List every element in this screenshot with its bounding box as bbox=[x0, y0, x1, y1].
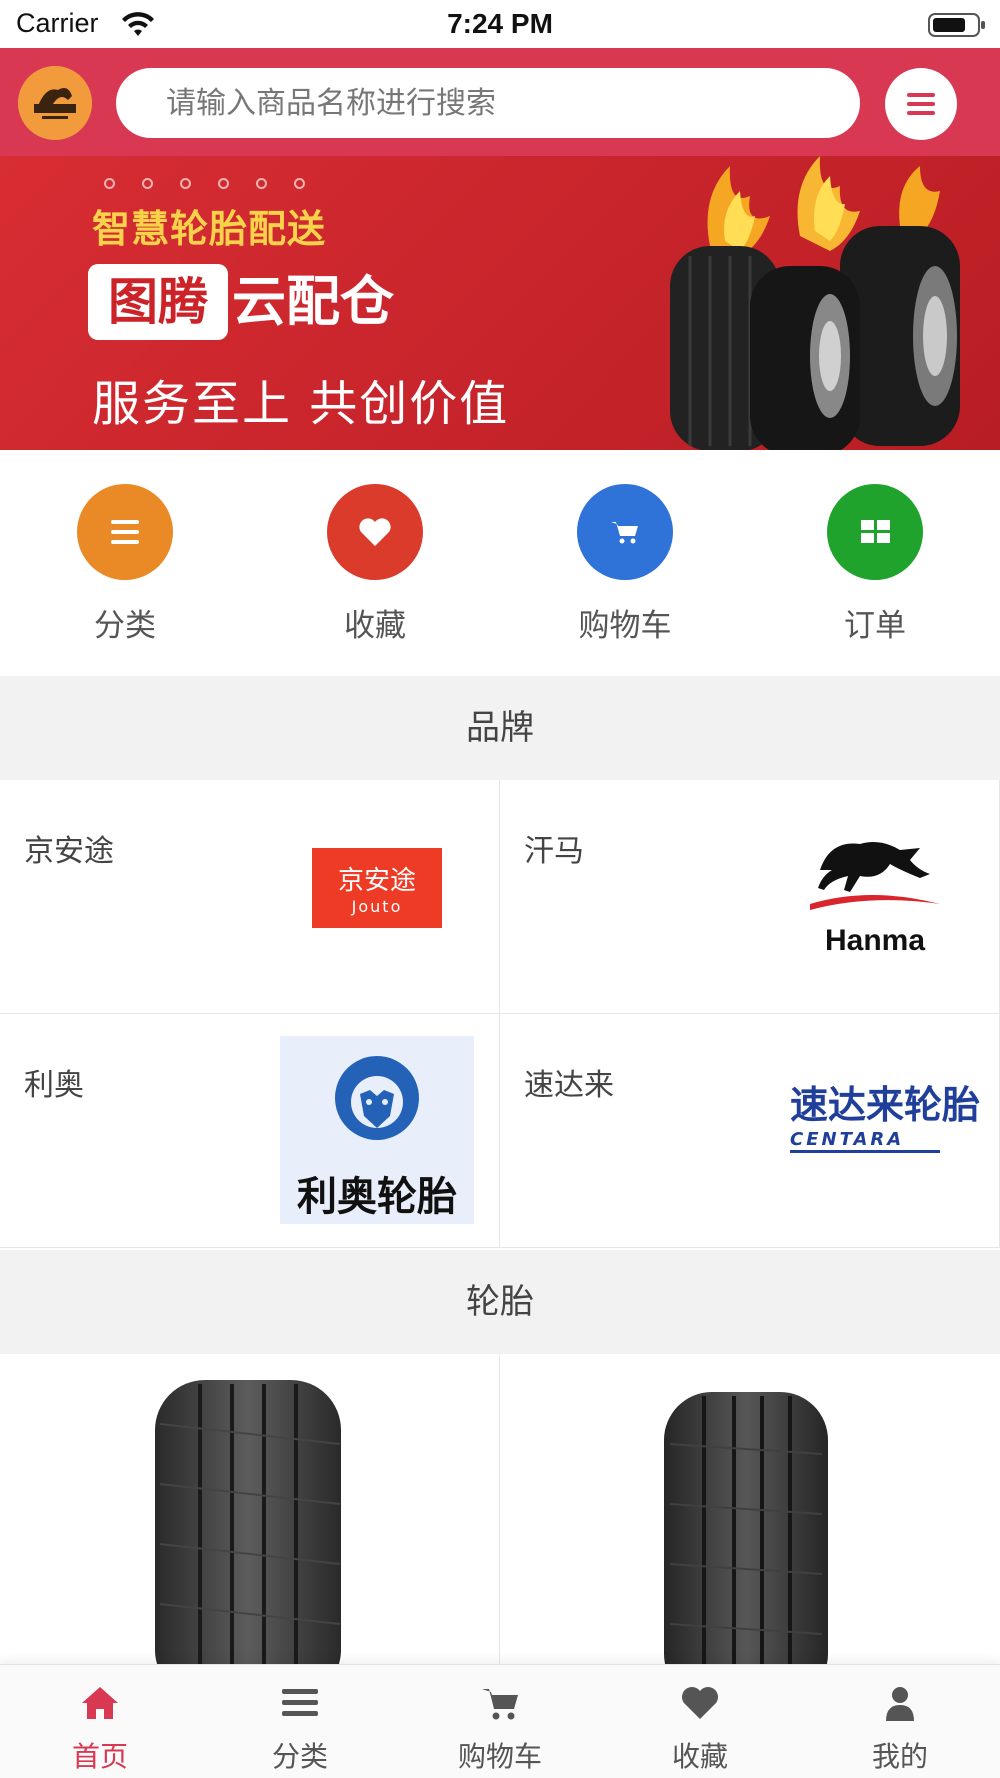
search-input[interactable] bbox=[116, 68, 860, 138]
heart-icon bbox=[327, 484, 423, 580]
banner-brand-box: 图腾 bbox=[88, 264, 228, 340]
quick-nav-label: 分类 bbox=[94, 608, 156, 644]
carousel-dots bbox=[104, 174, 332, 193]
tab-label: 购物车 bbox=[457, 1740, 542, 1773]
brand-name: 京安途 bbox=[24, 834, 114, 869]
tab-favorites[interactable]: 收藏 bbox=[600, 1665, 800, 1778]
promo-banner[interactable]: 智慧轮胎配送 图腾 云配仓 服务至上 共创价值 bbox=[0, 156, 1000, 450]
banner-slogan: 服务至上 共创价值 bbox=[92, 376, 510, 432]
brand-logo: Hanma bbox=[800, 830, 950, 960]
tire-image bbox=[664, 1392, 828, 1684]
tab-home[interactable]: 首页 bbox=[0, 1665, 200, 1778]
cart-icon bbox=[482, 1689, 518, 1720]
tab-category[interactable]: 分类 bbox=[200, 1665, 400, 1778]
quick-nav-orders[interactable]: 订单 bbox=[775, 484, 975, 654]
tab-label: 我的 bbox=[871, 1740, 928, 1773]
tab-label: 收藏 bbox=[671, 1740, 728, 1773]
clock-time: 7:24 PM bbox=[447, 8, 553, 39]
tire-image bbox=[155, 1380, 341, 1684]
top-header bbox=[0, 48, 1000, 156]
tab-cart[interactable]: 购物车 bbox=[400, 1665, 600, 1778]
tire-product-card[interactable] bbox=[500, 1354, 1000, 1684]
search-bar[interactable] bbox=[116, 68, 860, 138]
quick-nav-label: 收藏 bbox=[344, 608, 406, 644]
home-icon bbox=[82, 1687, 118, 1719]
brand-logo: 京安途 Jouto bbox=[312, 848, 442, 928]
brand-card[interactable]: 速达来 速达来轮胎 CENTARA bbox=[500, 1014, 1000, 1248]
quick-nav: 分类 收藏 购物车 订单 bbox=[0, 450, 1000, 676]
grid-icon bbox=[827, 484, 923, 580]
quick-nav-category[interactable]: 分类 bbox=[25, 484, 225, 654]
user-icon bbox=[886, 1687, 914, 1721]
menu-button[interactable] bbox=[885, 68, 957, 140]
tires-image bbox=[670, 156, 960, 450]
tab-mine[interactable]: 我的 bbox=[800, 1665, 1000, 1778]
brand-card[interactable]: 京安途 京安途 Jouto bbox=[0, 780, 500, 1014]
status-bar: Carrier 7:24 PM bbox=[0, 0, 1000, 48]
quick-nav-label: 购物车 bbox=[578, 608, 672, 644]
shop-logo-icon[interactable] bbox=[18, 66, 92, 140]
tire-product-card[interactable] bbox=[0, 1354, 500, 1684]
tab-label: 首页 bbox=[71, 1740, 128, 1773]
menu-icon bbox=[907, 93, 935, 97]
brand-name: 速达来 bbox=[524, 1068, 614, 1103]
brand-card[interactable]: 汗马 Hanma bbox=[500, 780, 1000, 1014]
cart-icon bbox=[577, 484, 673, 580]
brand-name: 利奥 bbox=[24, 1068, 84, 1103]
banner-brand-rest: 云配仓 bbox=[232, 270, 394, 333]
section-title-tires: 轮胎 bbox=[0, 1250, 1000, 1354]
list-icon bbox=[77, 484, 173, 580]
quick-nav-favorites[interactable]: 收藏 bbox=[275, 484, 475, 654]
brand-logo: 速达来轮胎 CENTARA bbox=[790, 1074, 980, 1184]
section-title-brands: 品牌 bbox=[0, 676, 1000, 780]
quick-nav-cart[interactable]: 购物车 bbox=[525, 484, 725, 654]
app-screen: Carrier 7:24 PM 请输入商品名称进行搜索 智慧轮胎配送 图腾 云配… bbox=[0, 0, 1000, 1778]
list-icon bbox=[282, 1689, 318, 1716]
brand-card[interactable]: 利奥 利奥轮胎 bbox=[0, 1014, 500, 1248]
tab-label: 分类 bbox=[271, 1740, 328, 1773]
bottom-tab-bar: 首页 分类 购物车 收藏 我的 bbox=[0, 1664, 1000, 1778]
brand-logo: 利奥轮胎 bbox=[280, 1036, 474, 1224]
quick-nav-label: 订单 bbox=[844, 608, 906, 644]
banner-subtitle: 智慧轮胎配送 bbox=[92, 207, 327, 251]
heart-icon bbox=[682, 1687, 718, 1719]
battery-icon bbox=[928, 13, 985, 37]
brand-name: 汗马 bbox=[524, 834, 584, 869]
